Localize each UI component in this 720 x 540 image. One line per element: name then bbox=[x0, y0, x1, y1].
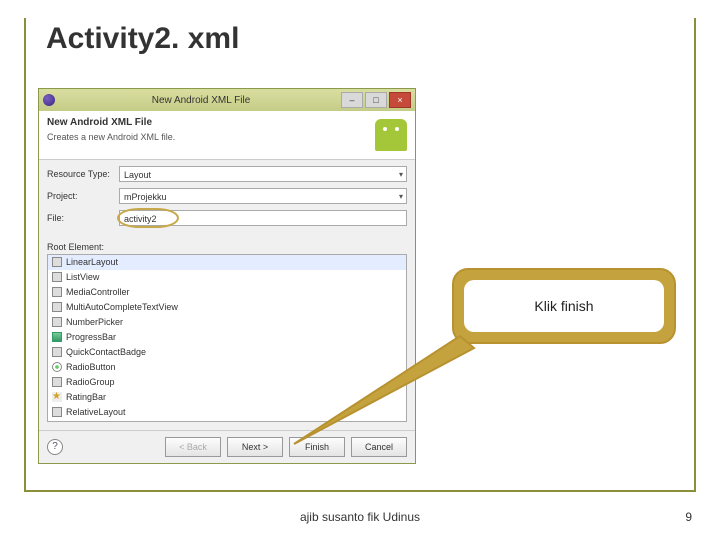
list-item: RadioButton bbox=[48, 360, 406, 375]
eclipse-icon bbox=[43, 94, 55, 106]
list-item: ★RatingBar bbox=[48, 390, 406, 405]
list-item: NumberPicker bbox=[48, 315, 406, 330]
help-icon[interactable]: ? bbox=[47, 439, 63, 455]
list-item: QuickContactBadge bbox=[48, 345, 406, 360]
cancel-button[interactable]: Cancel bbox=[351, 437, 407, 457]
footer-author: ajib susanto fik Udinus bbox=[0, 510, 720, 524]
new-xml-dialog: New Android XML File – □ × New Android X… bbox=[38, 88, 416, 464]
minimize-button[interactable]: – bbox=[341, 92, 363, 108]
list-item: LinearLayout bbox=[48, 255, 406, 270]
callout-bubble: Klik finish bbox=[452, 268, 676, 344]
file-label: File: bbox=[47, 213, 119, 223]
list-item: ListView bbox=[48, 270, 406, 285]
titlebar: New Android XML File – □ × bbox=[39, 89, 415, 111]
finish-button[interactable]: Finish bbox=[289, 437, 345, 457]
root-element-label: Root Element: bbox=[47, 242, 407, 252]
project-label: Project: bbox=[47, 191, 119, 201]
header-title: New Android XML File bbox=[47, 117, 175, 128]
list-item: RadioGroup bbox=[48, 375, 406, 390]
dialog-header: New Android XML File Creates a new Andro… bbox=[39, 111, 415, 160]
root-element-list[interactable]: LinearLayout ListView MediaController Mu… bbox=[47, 254, 407, 422]
callout-text: Klik finish bbox=[464, 280, 664, 332]
footer-page-number: 9 bbox=[685, 510, 692, 524]
window-title: New Android XML File bbox=[61, 95, 341, 106]
list-item: RelativeLayout bbox=[48, 405, 406, 420]
list-item: MediaController bbox=[48, 285, 406, 300]
resource-type-label: Resource Type: bbox=[47, 169, 119, 179]
list-item: MultiAutoCompleteTextView bbox=[48, 300, 406, 315]
maximize-button[interactable]: □ bbox=[365, 92, 387, 108]
close-button[interactable]: × bbox=[389, 92, 411, 108]
list-item: ProgressBar bbox=[48, 330, 406, 345]
resource-type-select[interactable]: Layout bbox=[119, 166, 407, 182]
project-select[interactable]: mProjekku bbox=[119, 188, 407, 204]
slide-title: Activity2. xml bbox=[40, 22, 245, 56]
android-icon bbox=[375, 119, 407, 151]
next-button[interactable]: Next > bbox=[227, 437, 283, 457]
wizard-button-bar: ? < Back Next > Finish Cancel bbox=[39, 430, 415, 463]
header-subtitle: Creates a new Android XML file. bbox=[47, 132, 175, 142]
file-input[interactable]: activity2 bbox=[119, 210, 407, 226]
back-button[interactable]: < Back bbox=[165, 437, 221, 457]
